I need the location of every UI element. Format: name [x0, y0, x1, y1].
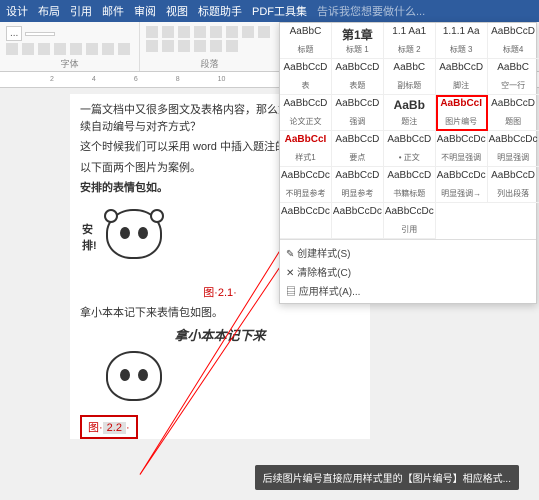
style-item-列出段落[interactable]: AaBbCcD列出段落 [488, 167, 539, 203]
clear-format-action[interactable]: ✕ 清除格式(C) [286, 262, 530, 281]
style-item-强调[interactable]: AaBbCcD强调 [332, 95, 384, 131]
multilevel-icon[interactable] [178, 26, 190, 38]
font-size-select[interactable] [25, 32, 55, 36]
tab-heading-helper[interactable]: 标题助手 [198, 3, 242, 19]
style-item-26[interactable]: AaBbCcDc [332, 203, 384, 239]
tell-me-search[interactable]: 告诉我您想要做什么... [317, 3, 425, 19]
cartoon-image-1: 安排! [90, 201, 180, 281]
tab-layout[interactable]: 布局 [38, 3, 60, 19]
tab-pdf-tools[interactable]: PDF工具集 [252, 3, 307, 19]
align-center-icon[interactable] [146, 40, 158, 52]
indent-inc-icon[interactable] [210, 26, 222, 38]
underline-icon[interactable] [38, 43, 50, 55]
style-item-题图[interactable]: AaBbCcD题图 [488, 95, 539, 131]
cartoon-image-2 [90, 349, 180, 407]
style-item-标题 2[interactable]: 1.1 Aa1标题 2 [384, 23, 436, 59]
style-item-标题4[interactable]: AaBbCcD标题4 [488, 23, 539, 59]
highlight-icon[interactable] [102, 43, 114, 55]
annotation-tooltip: 后续图片编号直接应用样式里的【图片编号】相应格式... [255, 465, 519, 490]
font-group: ... 字体 [0, 22, 140, 71]
bullet-list-icon[interactable] [146, 26, 158, 38]
paragraph-group: 段落 [140, 22, 280, 71]
body-text: 拿小本本记下来表情包如图。 [80, 305, 360, 322]
tab-view[interactable]: 视图 [166, 3, 188, 19]
style-item-表[interactable]: AaBbCcD表 [280, 59, 332, 95]
style-item-明显强调[interactable]: AaBbCcDc明显强调 [488, 131, 539, 167]
style-item-空一行[interactable]: AaBbC空一行 [488, 59, 539, 95]
superscript-icon[interactable] [86, 43, 98, 55]
style-item-题注[interactable]: AaBb题注 [384, 95, 436, 131]
style-item-不明显参考[interactable]: AaBbCcDc不明显参考 [280, 167, 332, 203]
sort-icon[interactable] [226, 26, 238, 38]
border-icon[interactable] [226, 40, 238, 52]
tab-references[interactable]: 引用 [70, 3, 92, 19]
font-group-label: 字体 [60, 57, 78, 70]
style-item-明显参考[interactable]: AaBbCcD明显参考 [332, 167, 384, 203]
style-item-标题[interactable]: AaBbC标题 [280, 23, 332, 59]
para-group-label: 段落 [200, 57, 218, 70]
style-item-论文正文[interactable]: AaBbCcD论文正文 [280, 95, 332, 131]
indent-dec-icon[interactable] [194, 26, 206, 38]
style-item-表题[interactable]: AaBbCcD表题 [332, 59, 384, 95]
tab-design[interactable]: 设计 [6, 3, 28, 19]
tab-mail[interactable]: 邮件 [102, 3, 124, 19]
style-item-明显强调→[interactable]: AaBbCcDc明显强调→ [436, 167, 488, 203]
style-item-不明显强调[interactable]: AaBbCcDc不明显强调 [436, 131, 488, 167]
number-list-icon[interactable] [162, 26, 174, 38]
apply-style-action[interactable]: ▤ 应用样式(A)... [286, 281, 530, 300]
style-item-副标题[interactable]: AaBbC副标题 [384, 59, 436, 95]
style-item-书籍标题[interactable]: AaBbCcD书籍标题 [384, 167, 436, 203]
figure-caption-2-selected[interactable]: 图·2.2· [80, 415, 138, 439]
bold-icon[interactable] [6, 43, 18, 55]
font-color-icon[interactable] [118, 43, 130, 55]
line-spacing-icon[interactable] [194, 40, 206, 52]
style-item-25[interactable]: AaBbCcDc [280, 203, 332, 239]
style-item-样式1[interactable]: AaBbCcI样式1 [280, 131, 332, 167]
shading-icon[interactable] [210, 40, 222, 52]
style-item-引用[interactable]: AaBbCcDc引用 [384, 203, 436, 239]
strike-icon[interactable] [54, 43, 66, 55]
style-item-要点[interactable]: AaBbCcD要点 [332, 131, 384, 167]
style-item-图片编号[interactable]: AaBbCcI图片编号 [436, 95, 488, 131]
tab-review[interactable]: 审阅 [134, 3, 156, 19]
font-family-select[interactable]: ... [6, 26, 22, 41]
align-left-icon[interactable] [258, 26, 270, 38]
style-item-标题 3[interactable]: 1.1.1 Aa标题 3 [436, 23, 488, 59]
style-item-标题 1[interactable]: 第1章标题 1 [332, 23, 384, 59]
align-right-icon[interactable] [162, 40, 174, 52]
style-item-脚注[interactable]: AaBbCcD脚注 [436, 59, 488, 95]
subscript-icon[interactable] [70, 43, 82, 55]
create-style-action[interactable]: ✎ 创建样式(S) [286, 243, 530, 262]
cartoon-text-2: 拿小本本记下来 [80, 326, 360, 346]
italic-icon[interactable] [22, 43, 34, 55]
styles-gallery: AaBbC标题第1章标题 11.1 Aa1标题 21.1.1 Aa标题 3AaB… [279, 22, 537, 304]
ribbon-tabs: 设计 布局 引用 邮件 审阅 视图 标题助手 PDF工具集 告诉我您想要做什么.… [0, 0, 539, 22]
marks-icon[interactable] [242, 26, 254, 38]
styles-actions: ✎ 创建样式(S) ✕ 清除格式(C) ▤ 应用样式(A)... [280, 239, 536, 303]
style-item-• 正文[interactable]: AaBbCcD• 正文 [384, 131, 436, 167]
justify-icon[interactable] [178, 40, 190, 52]
